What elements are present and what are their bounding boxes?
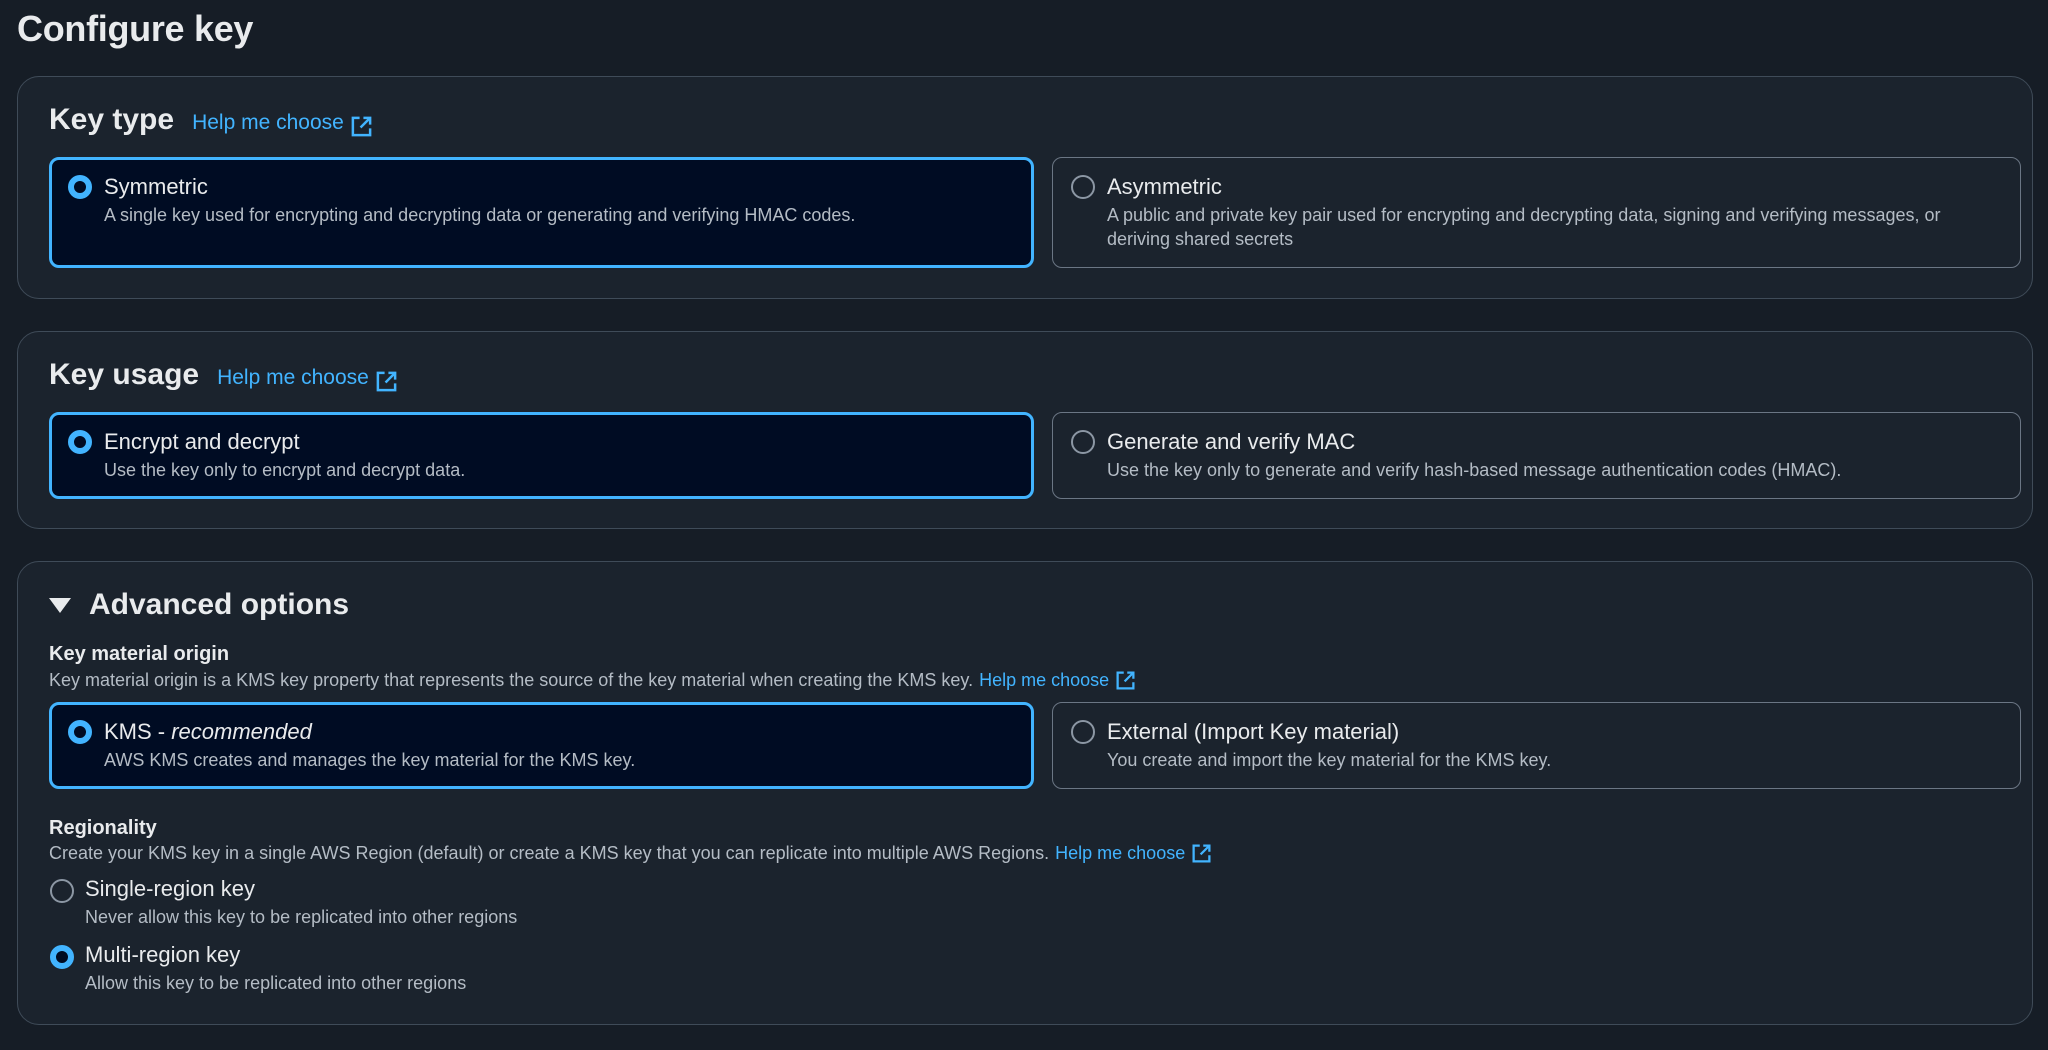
option-description: A public and private key pair used for e… — [1107, 205, 1941, 249]
option-description: Use the key only to generate and verify … — [1107, 460, 1842, 480]
key-usage-option-encrypt-decrypt[interactable]: Encrypt and decrypt Use the key only to … — [49, 412, 1034, 499]
key-usage-header: Key usage Help me choose — [49, 358, 398, 392]
option-title-emphasis: recommended — [171, 719, 312, 744]
advanced-options-container: Advanced options Key material origin Key… — [17, 561, 2033, 1025]
key-type-option-symmetric[interactable]: Symmetric A single key used for encrypti… — [49, 157, 1034, 268]
key-type-header: Key type Help me choose — [49, 103, 373, 137]
regionality-help-link[interactable]: Help me choose — [1055, 843, 1212, 864]
key-usage-help-link[interactable]: Help me choose — [217, 366, 398, 391]
regionality-label: Regionality — [49, 817, 157, 839]
option-description: You create and import the key material f… — [1107, 750, 1552, 770]
radio-symmetric[interactable] — [68, 175, 92, 199]
option-description: A single key used for encrypting and dec… — [104, 205, 856, 225]
option-title: Asymmetric — [1107, 174, 1222, 199]
caret-down-icon[interactable] — [49, 597, 71, 613]
advanced-options-toggle[interactable]: Advanced options — [49, 588, 349, 622]
key-type-heading: Key type — [49, 103, 175, 136]
key-material-option-kms[interactable]: KMS - recommended AWS KMS creates and ma… — [49, 702, 1034, 789]
radio-external[interactable] — [1071, 720, 1095, 744]
external-link-icon — [1116, 671, 1135, 690]
key-usage-option-generate-verify-mac[interactable]: Generate and verify MAC Use the key only… — [1052, 412, 2021, 499]
key-material-option-external[interactable]: External (Import Key material) You creat… — [1052, 702, 2021, 789]
external-link-icon — [376, 371, 397, 391]
help-link-label: Help me choose — [979, 670, 1110, 690]
radio-kms[interactable] — [68, 720, 92, 744]
key-type-container: Key type Help me choose Symmetric A sing… — [17, 76, 2033, 299]
option-description: Never allow this key to be replicated in… — [85, 907, 518, 927]
regionality-option-single[interactable]: Single-region key Never allow this key t… — [49, 876, 949, 936]
help-link-label: Help me choose — [192, 111, 344, 134]
key-material-origin-description: Key material origin is a KMS key propert… — [49, 670, 1136, 691]
help-link-label: Help me choose — [1055, 843, 1186, 863]
regionality-option-multi[interactable]: Multi-region key Allow this key to be re… — [49, 942, 949, 1002]
page-title: Configure key — [17, 8, 254, 49]
external-link-icon — [351, 116, 372, 136]
key-type-option-asymmetric[interactable]: Asymmetric A public and private key pair… — [1052, 157, 2021, 268]
description-text: Key material origin is a KMS key propert… — [49, 670, 974, 690]
radio-asymmetric[interactable] — [1071, 175, 1095, 199]
option-description: Allow this key to be replicated into oth… — [85, 973, 467, 993]
radio-single-region[interactable] — [50, 879, 74, 903]
regionality-description: Create your KMS key in a single AWS Regi… — [49, 843, 1212, 864]
option-title: Encrypt and decrypt — [104, 429, 300, 454]
radio-multi-region[interactable] — [50, 945, 74, 969]
option-title: Multi-region key — [85, 942, 241, 967]
option-title: Symmetric — [104, 174, 208, 199]
key-material-origin-help-link[interactable]: Help me choose — [979, 670, 1136, 691]
description-text: Create your KMS key in a single AWS Regi… — [49, 843, 1050, 863]
option-title-prefix: KMS - — [104, 719, 172, 744]
option-description: Use the key only to encrypt and decrypt … — [104, 460, 466, 480]
option-title: Single-region key — [85, 876, 255, 901]
help-link-label: Help me choose — [217, 366, 369, 389]
option-description: AWS KMS creates and manages the key mate… — [104, 750, 636, 770]
option-title: KMS - recommended — [104, 719, 312, 745]
key-usage-container: Key usage Help me choose Encrypt and dec… — [17, 331, 2033, 529]
radio-generate-verify-mac[interactable] — [1071, 430, 1095, 454]
key-type-help-link[interactable]: Help me choose — [192, 111, 373, 136]
external-link-icon — [1192, 844, 1211, 863]
advanced-options-heading: Advanced options — [89, 588, 350, 621]
key-usage-heading: Key usage — [49, 358, 200, 391]
option-title: External (Import Key material) — [1107, 719, 1400, 744]
key-material-origin-label: Key material origin — [49, 643, 230, 665]
option-title: Generate and verify MAC — [1107, 429, 1356, 454]
radio-encrypt-decrypt[interactable] — [68, 430, 92, 454]
